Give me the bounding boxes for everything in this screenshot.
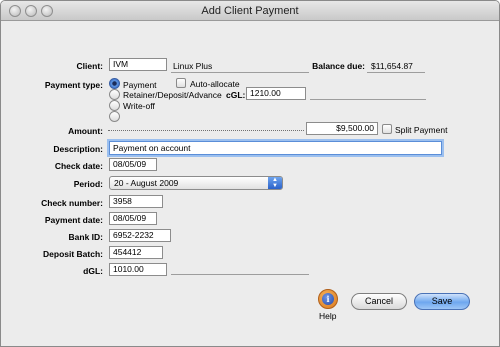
cgl-underline — [310, 99, 426, 100]
help-label: Help — [319, 311, 337, 321]
title-bar: Add Client Payment — [1, 1, 499, 21]
deposit-batch-field[interactable]: 454412 — [109, 246, 163, 259]
dgl-field[interactable]: 1010.00 — [109, 263, 167, 276]
info-icon: i — [322, 293, 334, 305]
payment-date-label: Payment date: — [44, 215, 103, 225]
retainer-option-label: Retainer/Deposit/Advance — [123, 90, 222, 100]
split-payment-checkbox[interactable] — [382, 124, 392, 134]
split-payment-label: Split Payment — [395, 125, 448, 135]
auto-allocate-label: Auto-allocate — [190, 79, 240, 89]
amount-label: Amount: — [68, 126, 103, 136]
check-date-field[interactable]: 08/05/09 — [109, 158, 157, 171]
balance-due-label: Balance due: — [312, 61, 365, 71]
client-label: Client: — [76, 61, 103, 71]
cgl-label: cGL: — [226, 90, 246, 100]
balance-due-value: $11,654.87 — [371, 61, 413, 71]
write-off-option-label: Write-off — [123, 101, 155, 111]
client-code-field[interactable]: IVM — [109, 58, 167, 71]
deposit-batch-label: Deposit Batch: — [43, 249, 103, 259]
bank-id-field[interactable]: 6952-2232 — [109, 229, 171, 242]
retainer-radio[interactable] — [109, 89, 120, 100]
bank-id-label: Bank ID: — [68, 232, 103, 242]
period-select[interactable]: 20 - August 2009 ▲ ▼ — [109, 176, 283, 190]
period-selected-value: 20 - August 2009 — [114, 178, 179, 188]
payment-type-label: Payment type: — [44, 80, 103, 90]
add-client-payment-window: Add Client Payment Client: IVM Linux Plu… — [0, 0, 500, 347]
help-icon[interactable]: i — [318, 289, 338, 309]
check-number-label: Check number: — [41, 198, 103, 208]
auto-allocate-checkbox[interactable] — [176, 78, 186, 88]
blank-option-radio[interactable] — [109, 111, 120, 122]
payment-date-field[interactable]: 08/05/09 — [109, 212, 157, 225]
description-label: Description: — [53, 144, 103, 154]
amount-field[interactable]: $9,500.00 — [306, 122, 378, 135]
balance-due-underline — [367, 72, 425, 73]
cgl-field[interactable]: 1210.00 — [246, 87, 306, 100]
payment-radio[interactable] — [109, 78, 120, 89]
write-off-radio[interactable] — [109, 100, 120, 111]
save-button[interactable]: Save — [414, 293, 470, 310]
dgl-underline — [171, 274, 309, 275]
payment-option-label: Payment — [123, 80, 157, 90]
description-field[interactable]: Payment on account — [109, 141, 442, 155]
window-title: Add Client Payment — [201, 5, 299, 17]
client-name-underline — [171, 72, 309, 73]
amount-dotted-line — [108, 130, 304, 131]
select-arrows-icon: ▲ ▼ — [268, 177, 282, 189]
period-label: Period: — [73, 179, 103, 189]
dgl-label: dGL: — [83, 266, 103, 276]
check-number-field[interactable]: 3958 — [109, 195, 163, 208]
cancel-button[interactable]: Cancel — [351, 293, 407, 310]
client-name: Linux Plus — [173, 61, 213, 71]
check-date-label: Check date: — [54, 161, 103, 171]
